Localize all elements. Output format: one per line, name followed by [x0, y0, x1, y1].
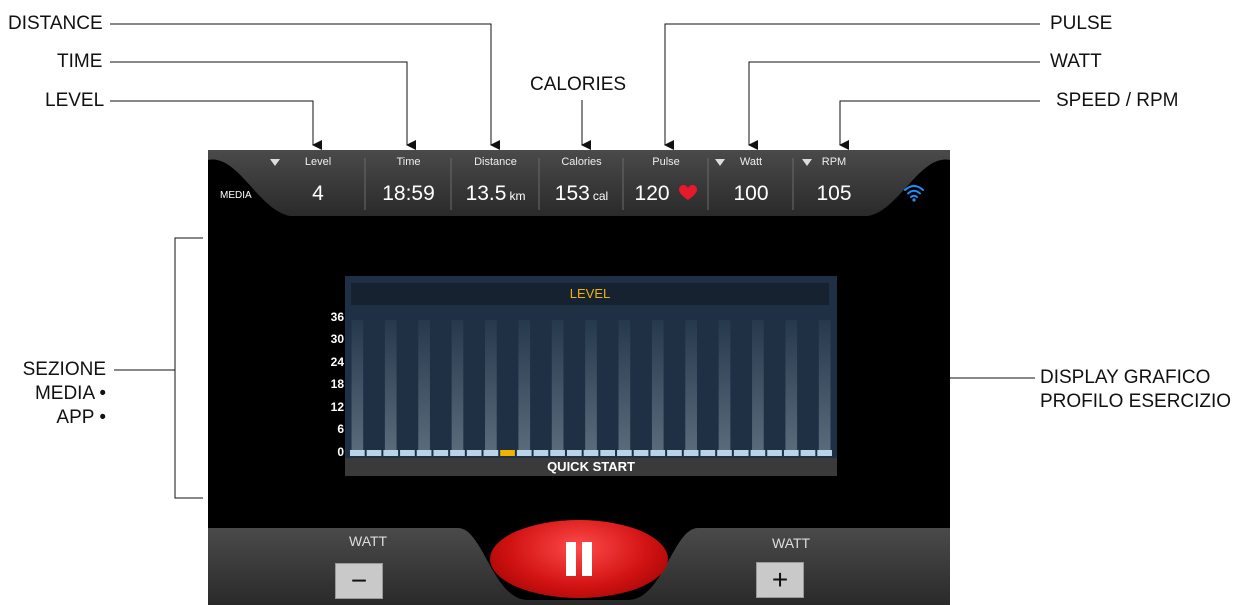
exercise-profile-graph: LEVEL QUICK START	[345, 276, 837, 476]
level-segment	[800, 450, 816, 456]
graph-column	[685, 320, 697, 450]
level-segment	[600, 450, 616, 456]
level-segment	[700, 450, 716, 456]
level-segment	[717, 450, 732, 456]
level-segment	[466, 450, 482, 456]
level-segment	[350, 450, 365, 456]
metric-watt-value: 100	[733, 182, 769, 205]
metric-level-value: 4	[312, 182, 324, 205]
metric-pulse-value: 120	[634, 182, 670, 205]
graph-footer: QUICK START	[345, 458, 837, 476]
callout-pulse: PULSE	[1050, 13, 1113, 34]
metric-watt[interactable]: Watt 100	[709, 150, 793, 216]
graph-column	[818, 320, 831, 450]
graph-y-axis: 36 30 24 18 12 6 0	[308, 310, 344, 460]
metric-rpm-value: 105	[816, 182, 852, 205]
graph-column	[485, 320, 497, 450]
level-segment	[650, 450, 666, 456]
callout-distance: DISTANCE	[8, 13, 103, 34]
wifi-icon[interactable]	[903, 184, 925, 202]
current-level-segment	[500, 450, 515, 456]
metric-time: Time 18:59	[366, 150, 451, 216]
metric-distance-unit: km	[509, 189, 526, 203]
media-label[interactable]: MEDIA	[220, 190, 252, 201]
level-segment	[783, 450, 799, 456]
graph-column	[752, 320, 764, 450]
metric-pulse: Pulse 120	[624, 150, 708, 216]
watt-increase-label: WATT	[772, 535, 811, 551]
level-segment	[817, 450, 832, 456]
level-segment	[366, 450, 382, 456]
metric-calories: Calories 153 cal	[540, 150, 623, 216]
y-tick: 24	[330, 355, 344, 369]
metric-rpm-label: RPM	[821, 156, 847, 168]
callout-time: TIME	[57, 51, 103, 72]
callout-watt: WATT	[1050, 51, 1102, 72]
metric-calories-value: 153	[554, 182, 590, 205]
graph-column	[551, 320, 564, 450]
y-tick: 30	[330, 332, 344, 346]
metric-calories-unit: cal	[592, 189, 609, 203]
level-segment	[583, 450, 599, 456]
metric-distance-label: Distance	[474, 156, 517, 168]
metric-level-label: Level	[304, 156, 332, 168]
callout-media-section: SEZIONE MEDIA • APP •	[22, 359, 106, 428]
console-screen: MEDIA Level 4 Time 18:59 Distance 13.5 km…	[208, 150, 950, 605]
graph-column	[618, 320, 631, 450]
graph-column	[384, 320, 397, 450]
graph-column	[785, 320, 798, 450]
metric-level[interactable]: Level 4	[270, 150, 366, 216]
level-segment	[516, 450, 532, 456]
callout-graph-display: DISPLAY GRAFICO PROFILO ESERCIZIO	[1040, 367, 1232, 412]
graph-column	[585, 320, 597, 450]
metric-time-value: 18:59	[382, 182, 435, 205]
level-segment	[617, 450, 632, 456]
metric-calories-label: Calories	[561, 156, 602, 168]
callout-calories: CALORIES	[530, 74, 627, 95]
level-segment	[767, 450, 782, 456]
level-segment	[400, 450, 415, 456]
watt-decrease-label: WATT	[349, 533, 388, 549]
level-segment	[750, 450, 766, 456]
level-segment	[633, 450, 649, 456]
graph-column	[718, 320, 731, 450]
y-tick: 6	[337, 422, 344, 436]
metric-rpm[interactable]: RPM 105	[794, 150, 874, 216]
level-segment	[433, 450, 449, 456]
level-segment	[566, 450, 582, 456]
metric-watt-label: Watt	[739, 156, 763, 168]
y-tick: 18	[330, 377, 344, 391]
level-segment	[483, 450, 499, 456]
graph-columns	[350, 320, 832, 456]
level-segment	[416, 450, 432, 456]
watt-increase-button[interactable]: +	[756, 562, 804, 598]
level-segment	[683, 450, 699, 456]
graph-column	[418, 320, 430, 450]
pause-button[interactable]	[490, 520, 668, 598]
watt-decrease-button[interactable]: −	[335, 563, 383, 599]
metric-pulse-label: Pulse	[652, 156, 680, 168]
heart-icon	[679, 185, 698, 200]
level-segment	[450, 450, 465, 456]
metric-distance: Distance 13.5 km	[452, 150, 539, 216]
level-segment	[550, 450, 565, 456]
graph-column	[651, 320, 664, 450]
metric-time-label: Time	[396, 156, 421, 168]
y-tick: 12	[330, 400, 344, 414]
callout-speed-rpm: SPEED / RPM	[1056, 90, 1179, 111]
metric-distance-value: 13.5	[465, 182, 507, 205]
y-tick: 36	[330, 310, 344, 324]
graph-column	[351, 320, 364, 450]
graph-column	[518, 320, 531, 450]
level-segment	[383, 450, 399, 456]
y-tick: 0	[337, 445, 344, 459]
graph-column	[451, 320, 464, 450]
level-segment	[733, 450, 749, 456]
level-segment	[533, 450, 549, 456]
callout-level: LEVEL	[45, 90, 105, 111]
level-segment	[667, 450, 682, 456]
